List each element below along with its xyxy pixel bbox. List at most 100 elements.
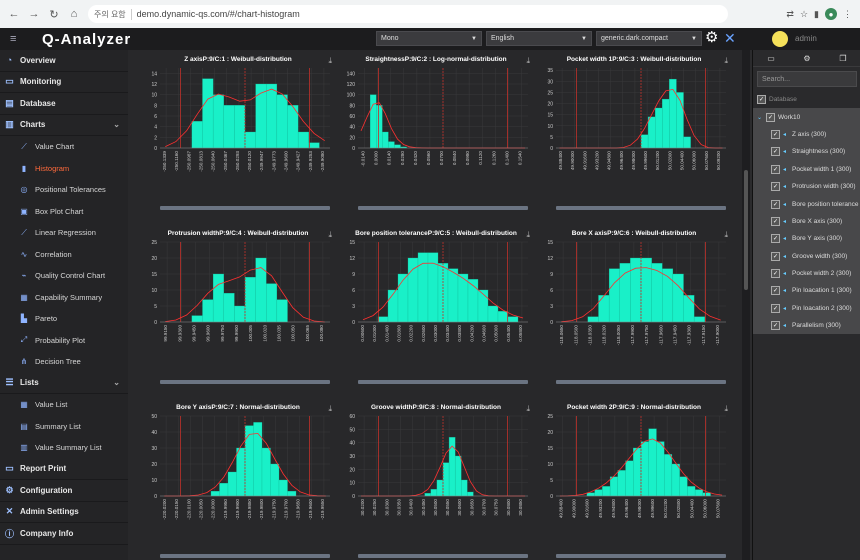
sidebar-item-configuration[interactable]: ⚙ Configuration <box>0 480 128 502</box>
tree-node[interactable]: ✓ ◂ Protrusion width (300) <box>753 177 860 196</box>
sidebar-item-value-chart[interactable]: ⟋ Value Chart <box>0 136 128 158</box>
checkbox[interactable]: ✓ <box>771 321 780 331</box>
checkbox[interactable]: ✓ <box>771 234 780 244</box>
range-slider <box>556 206 726 210</box>
app-logo: Q-Analyzer <box>42 30 132 48</box>
x-tick-label: 0.03400 <box>445 325 450 342</box>
security-warning[interactable]: 주의 요함 <box>94 8 132 20</box>
checkbox[interactable]: ✓ <box>771 216 780 226</box>
sidebar-item-box-plot-chart[interactable]: ▣ Box Plot Chart <box>0 201 128 223</box>
tree-node[interactable]: ✓ ◂ Bore X axis (300) <box>753 212 860 231</box>
checkbox[interactable]: ✓ <box>771 147 780 157</box>
x-tick-label: 50.06000 <box>692 151 697 171</box>
histogram-chart: 0 3 6 9 12 15 0.00600 0.01000 0.01400 0.01800 0.02… <box>349 240 528 384</box>
sidebar-item-probability-plot[interactable]: ⤢ Probability Plot <box>0 330 128 352</box>
tree-node[interactable]: ✓ ◂ Bore Y axis (300) <box>753 230 860 248</box>
address-bar[interactable]: 주의 요함 demo.dynamic-qs.com/#/chart-histog… <box>88 5 728 23</box>
x-tick-label: 0.0420 <box>413 151 418 165</box>
scrollbar-thumb[interactable] <box>744 170 748 290</box>
y-tick-label: 80 <box>349 103 355 109</box>
checkbox[interactable]: ✓ <box>771 199 780 209</box>
tree-node[interactable]: ✓ ◂ Pin loacation 2 (300) <box>753 299 860 318</box>
sidebar-item-monitoring[interactable]: ▭ Monitoring <box>0 72 128 93</box>
back-icon[interactable]: ← <box>6 6 22 22</box>
sidebar-item-value-summary-list[interactable]: ▥ Value Summary List <box>0 437 128 459</box>
sidebar-item-lists[interactable]: ☰ Lists ⌄ <box>0 373 128 394</box>
checkbox[interactable]: ✓ <box>766 112 775 122</box>
tree-group[interactable]: ⌄ ✓ Work10 <box>753 108 860 126</box>
tree-search-input[interactable]: Search... <box>757 71 857 87</box>
sidebar-item-company-info[interactable]: ⓘ Company Info <box>0 523 128 545</box>
histogram-bar <box>244 131 256 149</box>
main-scrollbar[interactable] <box>742 50 750 560</box>
sidebar-item-summary-list[interactable]: ▤ Summary List <box>0 416 128 438</box>
tree-node[interactable]: ✓ ◂ Groove width (300) <box>753 247 860 265</box>
histogram-bar <box>202 78 214 149</box>
sidebar-item-report-print[interactable]: ▭ Report Print <box>0 459 128 480</box>
sidebar-item-linear-regression[interactable]: ⟋ Linear Regression <box>0 222 128 244</box>
tab-database-icon[interactable]: ▭ <box>753 50 789 66</box>
checkbox[interactable]: ✓ <box>771 269 780 279</box>
tree-node[interactable]: ✓ ◂ Pocket width 2 (300) <box>753 264 860 283</box>
y-tick-label: 20 <box>151 462 157 468</box>
menu-toggle-icon[interactable]: ≡ <box>10 33 24 45</box>
y-tick-label: 10 <box>151 288 157 294</box>
checkbox[interactable]: ✓ <box>771 251 780 261</box>
more-icon[interactable]: ⋮ <box>843 9 852 20</box>
tab-settings-icon[interactable]: ⚙ <box>789 50 825 66</box>
x-tick-label: 30.0500 <box>433 499 438 516</box>
home-icon[interactable]: ⌂ <box>66 6 82 22</box>
sidebar-item-positional-tolerances[interactable]: ◎ Positional Tolerances <box>0 179 128 201</box>
checkbox[interactable]: ✓ <box>771 286 780 296</box>
x-tick-label: 99.9150 <box>163 325 168 342</box>
chevron-down-icon: ▼ <box>471 35 477 42</box>
tools-icon[interactable]: ✕ <box>724 30 740 46</box>
translate-icon[interactable]: ⇄ <box>786 9 794 20</box>
histogram-chart: 0 5 10 15 20 25 49.88400 49.90000 49.91600 49.932… <box>547 414 726 558</box>
histogram-bar <box>633 447 642 497</box>
x-tick-label: -249.9427 <box>296 151 301 172</box>
x-tick-label: -220.0150 <box>174 499 179 520</box>
histogram-bar <box>683 295 695 323</box>
reload-icon[interactable]: ↻ <box>46 6 62 22</box>
sidebar-item-charts[interactable]: ▥ Charts ⌄ <box>0 115 128 136</box>
language-select[interactable]: English ▼ <box>486 31 592 46</box>
sidebar-item-pareto[interactable]: ▙ Pareto <box>0 308 128 330</box>
checkbox[interactable]: ✓ <box>771 303 780 313</box>
user-avatar[interactable] <box>772 31 788 47</box>
x-tick-label: 99.9900 <box>234 325 239 342</box>
checkbox[interactable]: ✓ <box>771 129 780 139</box>
tab-copy-icon[interactable]: ❐ <box>825 50 860 66</box>
checkbox[interactable]: ✓ <box>771 164 780 174</box>
bookmark-icon[interactable]: ☆ <box>800 9 808 20</box>
sidebar-item-decision-tree[interactable]: ⋔ Decision Tree <box>0 351 128 373</box>
theme-select[interactable]: Mono ▼ <box>376 31 482 46</box>
tree-node[interactable]: ✓ ◂ Pocket width 1 (300) <box>753 160 860 178</box>
x-tick-label: 0.1120 <box>478 151 483 165</box>
forward-icon[interactable]: → <box>26 6 42 22</box>
tree-node[interactable]: ✓ ◂ Bore position tolerance ( <box>753 195 860 213</box>
panel-icon[interactable]: ▮ <box>814 9 819 20</box>
tree-node[interactable]: ✓ ◂ Parallelism (300) <box>753 317 860 335</box>
tree-node[interactable]: ✓ ◂ Pin loacation 1 (300) <box>753 282 860 300</box>
checkbox[interactable]: ✓ <box>757 95 766 105</box>
sidebar-item-quality-control-chart[interactable]: ⌁ Quality Control Chart <box>0 265 128 287</box>
sidebar-item-histogram[interactable]: ▮ Histogram <box>0 158 128 180</box>
tree-root[interactable]: ✓ Database <box>753 91 860 108</box>
tree-node[interactable]: ✓ ◂ Straightness (300) <box>753 143 860 161</box>
sidebar-item-admin-settings[interactable]: ✕ Admin Settings <box>0 502 128 523</box>
checkbox[interactable]: ✓ <box>771 182 780 192</box>
histogram-bar <box>436 479 444 497</box>
sidebar-item-overview[interactable]: ◔ Overview <box>0 50 128 72</box>
tree-node[interactable]: ✓ ◂ Z axis (300) <box>753 125 860 144</box>
sidebar-item-capability-summary[interactable]: ▦ Capability Summary <box>0 287 128 309</box>
node-arrow-icon: ◂ <box>783 305 787 312</box>
sidebar-item-database[interactable]: ▤ Database <box>0 93 128 115</box>
sidebar-item-correlation[interactable]: ∿ Correlation <box>0 244 128 266</box>
chart-panel: Bore position toleranceP:9/C:5 : Weibull… <box>338 226 534 392</box>
sidebar-item-value-list[interactable]: ▦ Value List <box>0 394 128 416</box>
style-select[interactable]: generic.dark.compact ▼ <box>596 31 702 46</box>
range-slider <box>556 554 726 558</box>
profile-avatar-icon[interactable]: ● <box>825 8 837 20</box>
settings-gear-icon[interactable]: ⚙ <box>705 30 721 46</box>
